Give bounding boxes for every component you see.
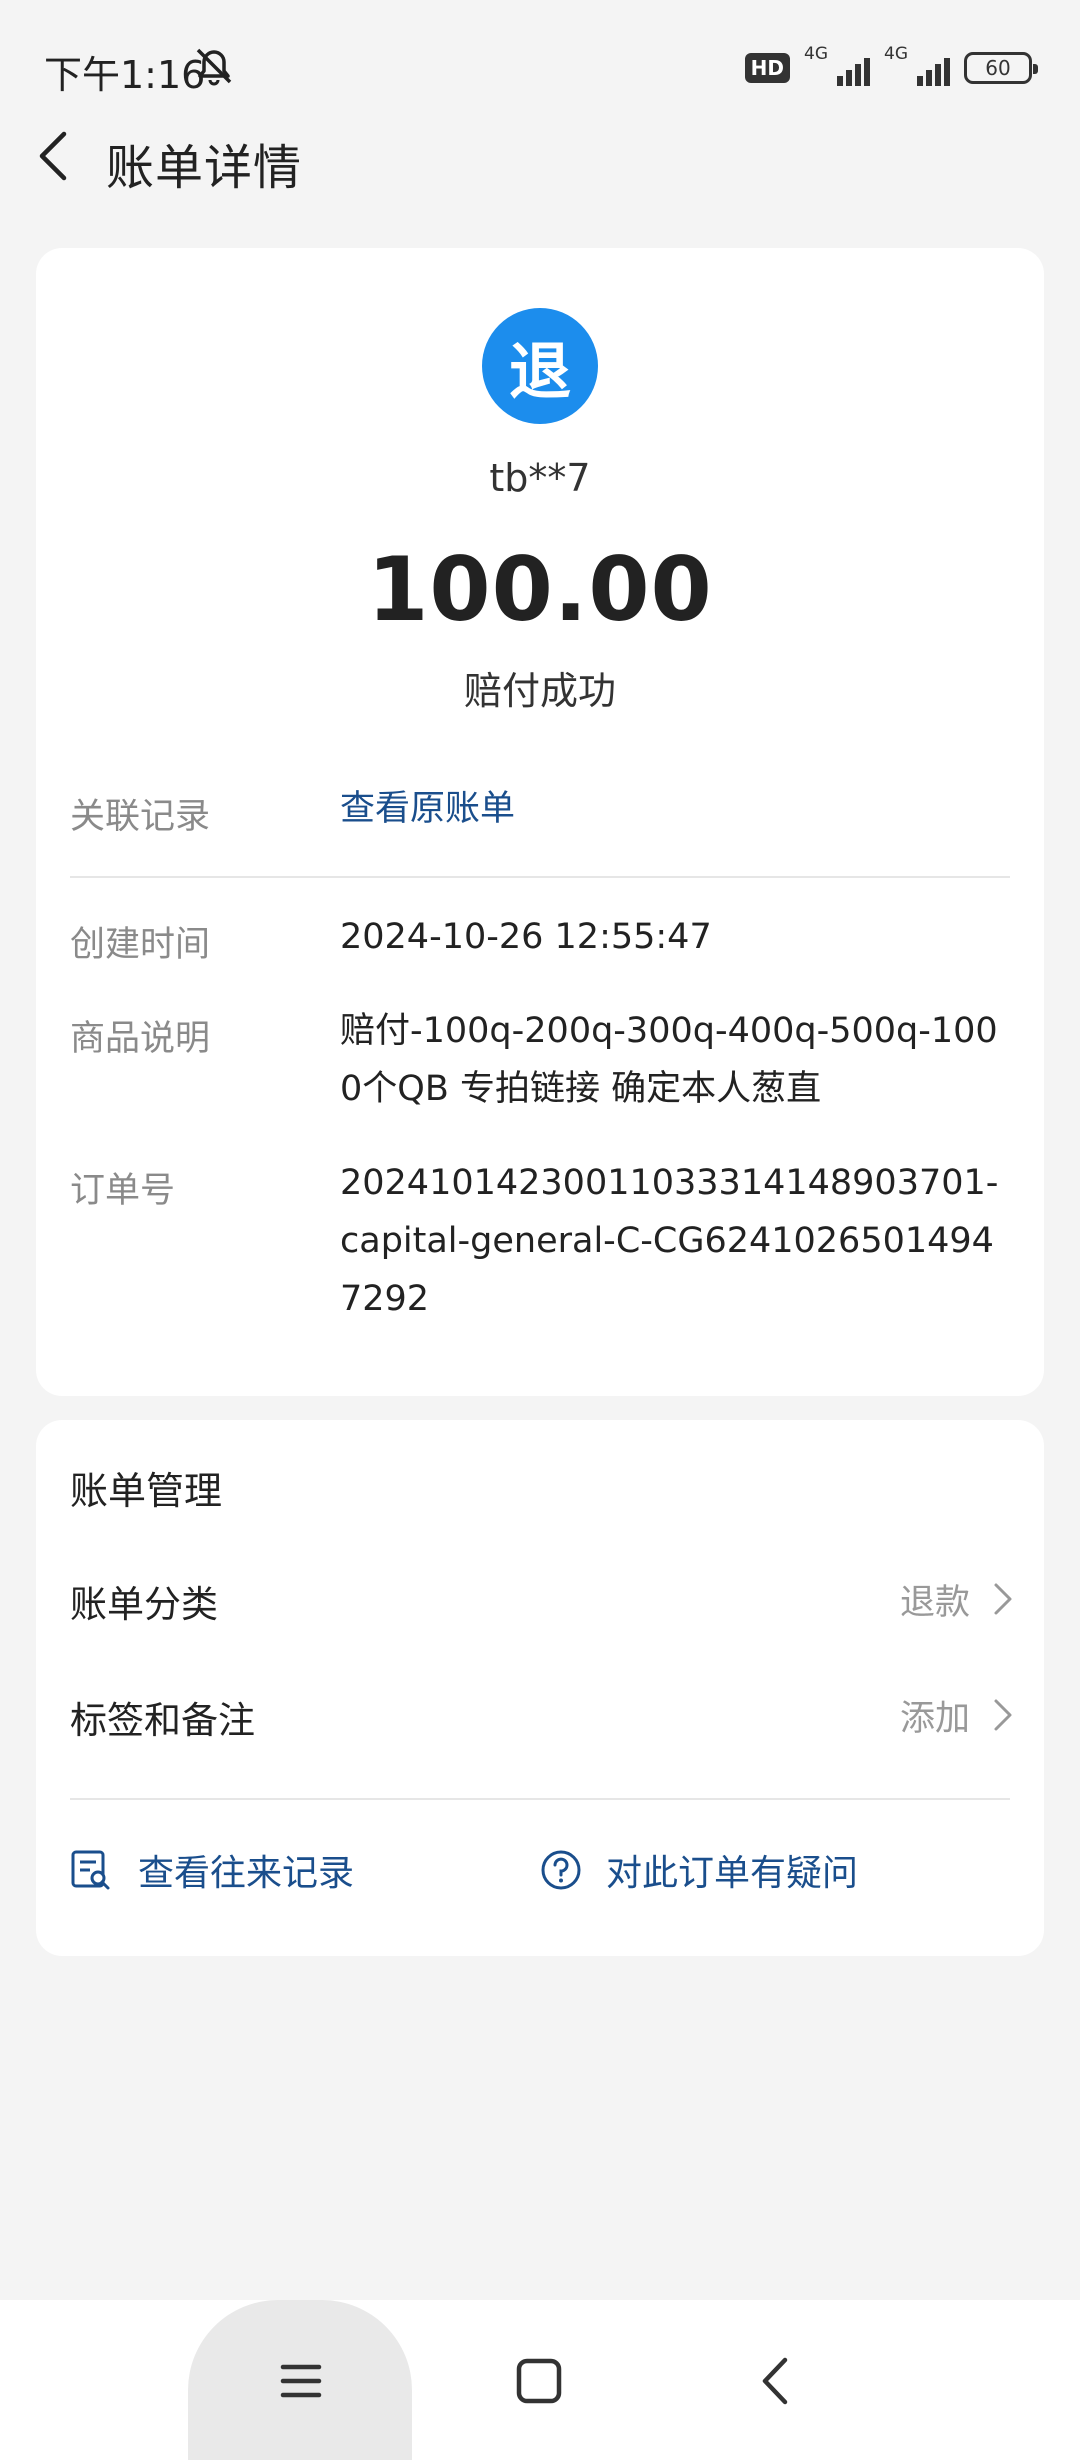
hd-badge: HD bbox=[744, 53, 790, 83]
order-number-label: 订单号 bbox=[70, 1171, 176, 1211]
view-history-button[interactable]: 查看往来记录 bbox=[70, 1834, 354, 1906]
divider bbox=[70, 1798, 1010, 1800]
tags-notes-value: 添加 bbox=[899, 1699, 970, 1739]
bell-muted-icon bbox=[196, 48, 232, 86]
bill-category-label: 账单分类 bbox=[70, 1583, 218, 1626]
home-icon[interactable] bbox=[516, 2358, 562, 2404]
view-history-label: 查看往来记录 bbox=[138, 1853, 355, 1894]
back-button[interactable] bbox=[28, 120, 80, 190]
account-name: tb**7 bbox=[489, 456, 591, 500]
tags-notes-label: 标签和备注 bbox=[70, 1699, 255, 1742]
network-type: 4G bbox=[804, 44, 828, 64]
product-description-value: 赔付-100q-200q-300q-400q-500q-1000个QB 专拍链接… bbox=[340, 1011, 998, 1109]
signal-icon: 4G bbox=[884, 44, 950, 88]
created-time-value: 2024-10-26 12:55:47 bbox=[340, 917, 712, 957]
bill-category-row[interactable]: 账单分类 退款 bbox=[36, 1552, 1044, 1642]
order-question-button[interactable]: 对此订单有疑问 bbox=[540, 1834, 858, 1906]
question-circle-icon bbox=[541, 1850, 581, 1890]
battery-level: 60 bbox=[985, 56, 1011, 80]
refund-icon: 退 bbox=[482, 308, 598, 424]
page-title: 账单详情 bbox=[106, 140, 303, 196]
order-number-value: 20241014230011033314148903701-capital-ge… bbox=[340, 1163, 999, 1319]
bill-summary-card: 退 tb**7 100.00 赔付成功 关联记录 查看原账单 创建时间 2024… bbox=[36, 248, 1044, 1396]
network-type: 4G bbox=[884, 44, 908, 64]
payment-status: 赔付成功 bbox=[463, 669, 616, 713]
menu-icon bbox=[280, 2364, 322, 2398]
tags-notes-row[interactable]: 标签和备注 添加 bbox=[36, 1668, 1044, 1758]
created-time-label: 创建时间 bbox=[70, 925, 211, 965]
status-bar: 下午1:16 HD 4G 4G 60 bbox=[0, 0, 1080, 130]
view-original-bill-link[interactable]: 查看原账单 bbox=[340, 780, 1012, 838]
screen: 下午1:16 HD 4G 4G 60 账单详情 退 tb**7 100.00 赔… bbox=[0, 0, 1080, 2460]
divider bbox=[70, 876, 1010, 878]
bill-management-card: 账单管理 账单分类 退款 标签和备注 添加 查看往来记录 对此订单有疑问 bbox=[36, 1420, 1044, 1956]
order-question-label: 对此订单有疑问 bbox=[606, 1853, 859, 1894]
back-icon[interactable] bbox=[758, 2356, 792, 2406]
chevron-left-icon bbox=[39, 131, 67, 181]
records-icon bbox=[71, 1850, 110, 1890]
chevron-right-icon bbox=[994, 1583, 1012, 1615]
signal-icon: 4G bbox=[804, 44, 870, 88]
status-icons: HD 4G 4G 60 bbox=[744, 44, 1038, 88]
recent-apps-button[interactable] bbox=[188, 2300, 412, 2460]
related-record-label: 关联记录 bbox=[70, 797, 211, 837]
product-description-label: 商品说明 bbox=[70, 1019, 211, 1059]
section-title: 账单管理 bbox=[70, 1469, 223, 1513]
bill-category-value: 退款 bbox=[899, 1583, 970, 1623]
battery-icon: 60 bbox=[964, 52, 1038, 84]
chevron-right-icon bbox=[994, 1699, 1012, 1731]
amount: 100.00 bbox=[367, 538, 713, 641]
status-time: 下午1:16 bbox=[44, 53, 206, 97]
